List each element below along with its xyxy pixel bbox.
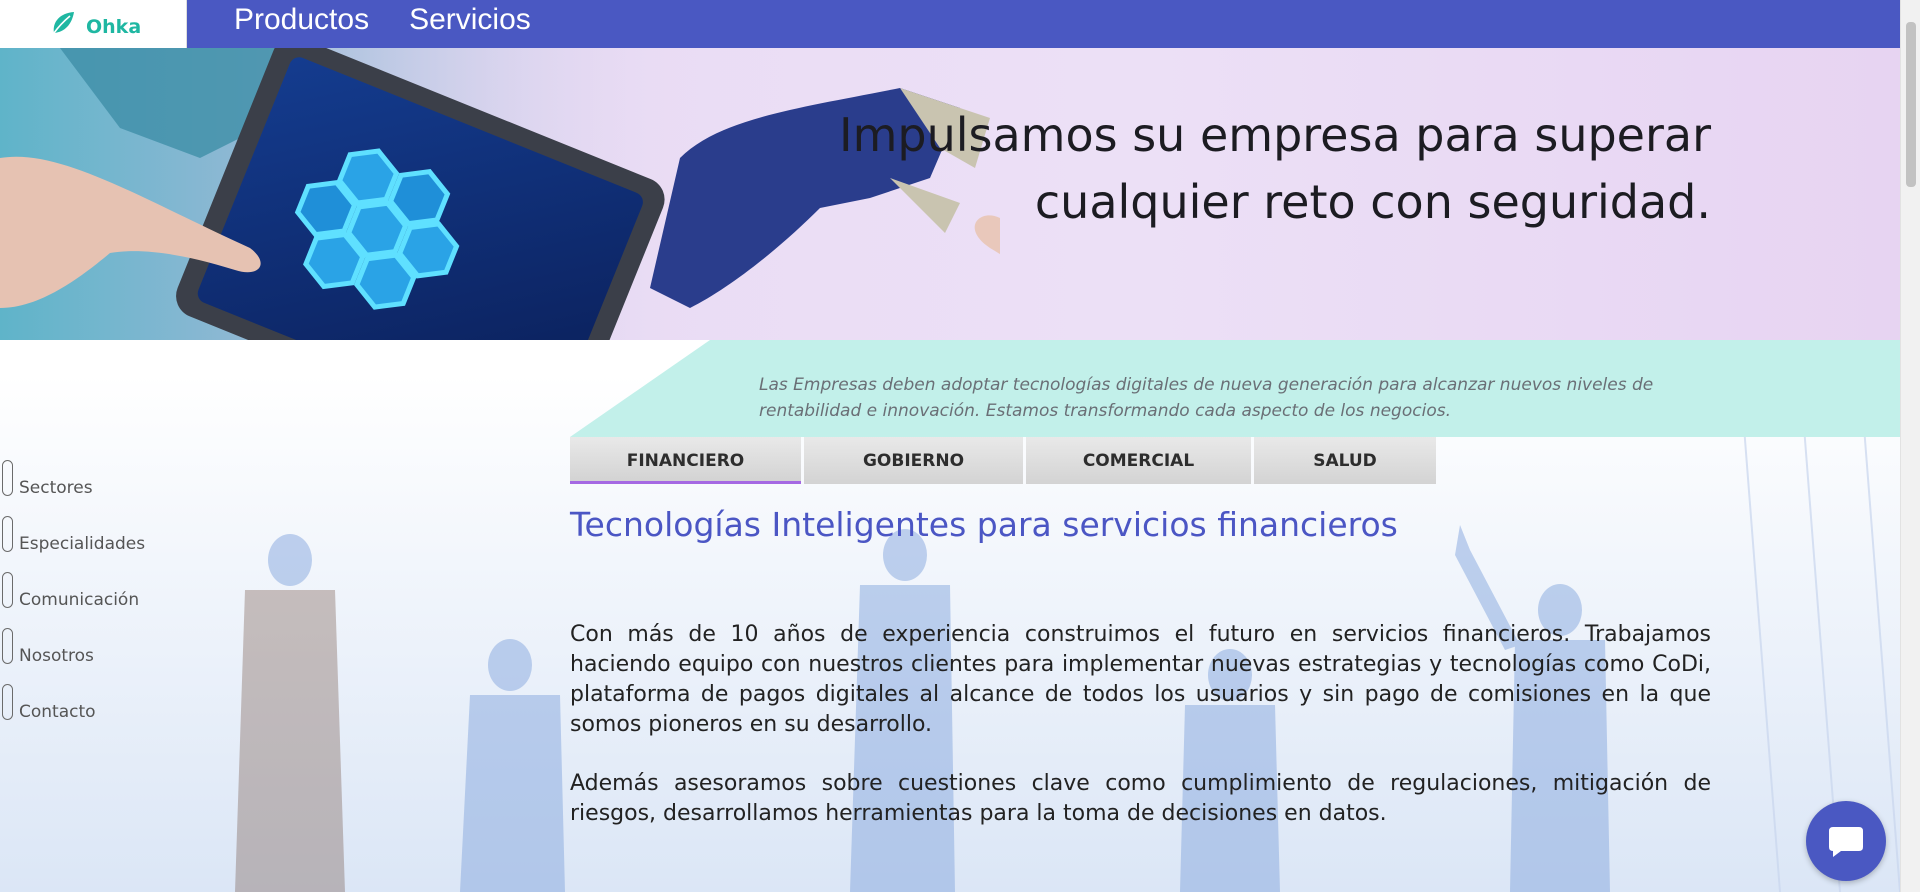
main-nav: Productos Servicios [234,0,531,48]
nav-productos-link[interactable]: Productos [234,0,369,48]
page-scrollbar[interactable] [1900,0,1920,892]
top-navbar: Ohka Productos Servicios [0,0,1900,48]
content-paragraph: Con más de 10 años de experiencia constr… [570,622,1711,737]
sidebar-item-label: Nosotros [19,646,94,666]
tab-financiero[interactable]: FINANCIERO [570,437,801,484]
sidebar-indicator [2,628,13,664]
brand-logo[interactable]: Ohka [0,0,187,48]
brand-name: Ohka [86,16,142,38]
scrollbar-thumb[interactable] [1906,22,1916,187]
sidebar-indicator [2,460,13,496]
chat-button[interactable] [1806,801,1886,881]
sidebar-item-label: Comunicación [19,590,140,610]
tab-gobierno[interactable]: GOBIERNO [804,437,1023,484]
sidebar-item-label: Especialidades [19,534,146,554]
tab-comercial[interactable]: COMERCIAL [1026,437,1251,484]
content-title: Tecnologías Inteligentes para servicios … [570,505,1398,544]
sector-tabs: FINANCIERO GOBIERNO COMERCIAL SALUD [570,437,1436,484]
content-paragraph: Además asesoramos sobre cuestiones clave… [570,771,1711,826]
sidebar-item-label: Contacto [19,702,96,722]
hero-title: Impulsamos su empresa para superar cualq… [839,108,1711,229]
nav-servicios-link[interactable]: Servicios [409,0,531,48]
sidebar-item-label: Sectores [19,478,93,498]
sidebar-indicator [2,684,13,720]
leaf-logo-icon [53,12,74,34]
sidebar-indicator [2,572,13,608]
sidebar-indicator [2,516,13,552]
intro-text: Las Empresas deben adoptar tecnologías d… [759,375,1654,421]
hero-banner: Impulsamos su empresa para superar cualq… [0,48,1900,340]
tab-salud[interactable]: SALUD [1254,437,1436,484]
chat-bubble-icon [1829,827,1863,857]
